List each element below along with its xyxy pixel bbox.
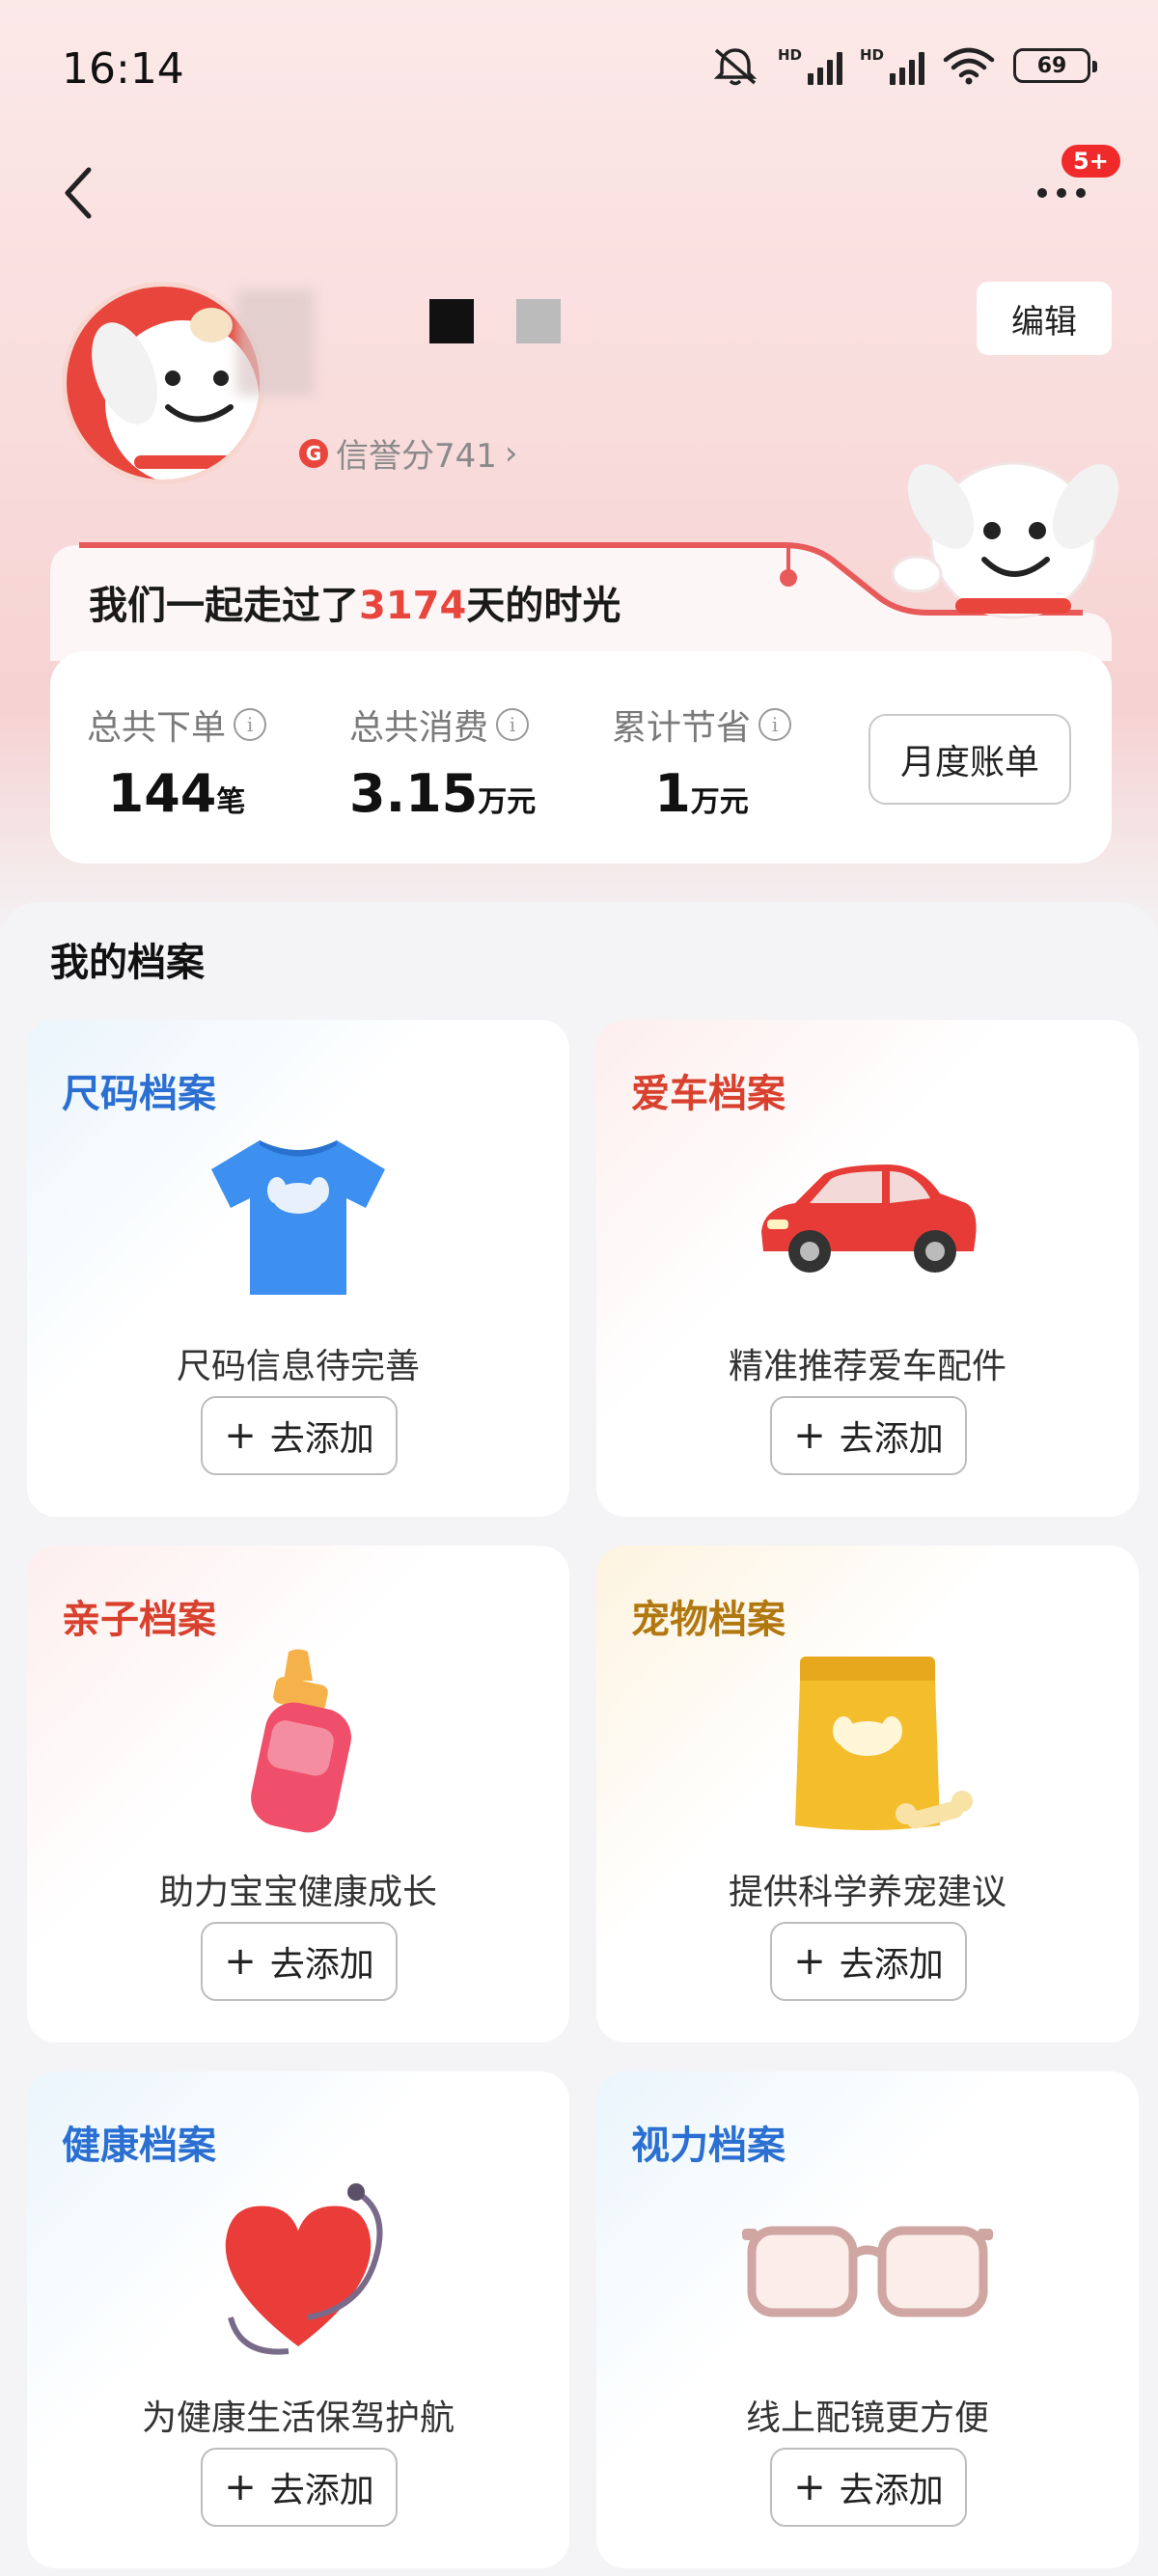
add-button[interactable]: + 去添加 [770, 1396, 967, 1475]
car-icon [761, 1165, 977, 1273]
card-title: 爱车档案 [631, 1072, 786, 1116]
chevron-right-icon: › [504, 433, 518, 473]
info-icon[interactable]: i [758, 708, 792, 741]
mute-bell-icon [713, 48, 758, 86]
plus-icon: + [793, 1939, 826, 1984]
add-button[interactable]: + 去添加 [201, 1922, 398, 2001]
stat-spending: 总共消费 i 3.15万元 [349, 708, 537, 824]
add-button[interactable]: + 去添加 [201, 1396, 398, 1475]
card-title: 宠物档案 [631, 1598, 786, 1642]
plus-icon: + [224, 1413, 257, 1458]
archive-card-car[interactable]: 爱车档案 精准推荐爱车配件 + 去添加 [596, 1020, 1139, 1517]
credit-icon: G [299, 438, 328, 468]
plus-icon: + [793, 2465, 826, 2509]
username-masked [236, 289, 738, 396]
baby-bottle-icon [251, 1649, 351, 1833]
card-title: 视力档案 [631, 2124, 786, 2168]
heart-stethoscope-icon [225, 2183, 383, 2355]
card-description: 为健康生活保驾护航 [141, 2398, 455, 2438]
archive-card-vision[interactable]: 视力档案 线上配镜更方便 + 去添加 [596, 2071, 1139, 2568]
card-description: 线上配镜更方便 [745, 2398, 989, 2438]
plus-icon: + [224, 1939, 257, 1984]
card-title: 亲子档案 [62, 1598, 216, 1642]
card-description: 助力宝宝健康成长 [158, 1873, 437, 1912]
avatar[interactable] [62, 282, 264, 484]
card-description: 提供科学养宠建议 [728, 1873, 1006, 1912]
tshirt-icon [211, 1140, 385, 1295]
archive-card-size[interactable]: 尺码档案 尺码信息待完善 + 去添加 [27, 1020, 569, 1517]
status-time: 16:14 [62, 44, 184, 94]
status-icons: HD HD 69 [710, 44, 1097, 87]
add-button[interactable]: + 去添加 [201, 2448, 398, 2527]
jd-dog-avatar-icon [92, 308, 260, 480]
glasses-icon [742, 2226, 993, 2317]
status-bar: 16:14 HD HD 69 [0, 0, 1158, 135]
stat-orders: 总共下单 i 144笔 [87, 699, 267, 824]
credit-score-label: 信誉分741 [336, 437, 497, 476]
battery-icon: 69 [1013, 48, 1097, 83]
back-button[interactable] [58, 159, 106, 227]
info-icon[interactable]: i [234, 708, 267, 741]
card-description: 精准推荐爱车配件 [728, 1347, 1006, 1386]
pet-food-bag-icon [795, 1657, 973, 1830]
signal-1-icon: HD [778, 46, 842, 85]
stats-card: 总共下单 i 144笔 总共消费 i 3.15万元 累计节省 i 1万元 月度账单 [50, 651, 1112, 863]
card-title: 健康档案 [62, 2124, 216, 2168]
archive-card-pet[interactable]: 宠物档案 提供科学养宠建议 + 去添加 [596, 1546, 1139, 2042]
card-title: 尺码档案 [62, 1072, 216, 1116]
plus-icon: + [793, 1413, 826, 1458]
info-icon[interactable]: i [496, 708, 530, 741]
days-count: 3174 [359, 584, 467, 628]
stat-savings: 累计节省 i 1万元 [612, 699, 792, 824]
notification-badge: 5+ [1062, 145, 1120, 178]
edit-button[interactable]: 编辑 [977, 282, 1112, 355]
signal-2-icon: HD [860, 46, 924, 85]
plus-icon: + [224, 2465, 257, 2509]
add-button[interactable]: + 去添加 [770, 2448, 967, 2527]
jd-dog-mascot-icon [891, 461, 1119, 619]
credit-score[interactable]: G 信誉分741 › [299, 429, 518, 477]
archive-card-parenting[interactable]: 亲子档案 助力宝宝健康成长 + 去添加 [27, 1546, 569, 2042]
monthly-bill-button[interactable]: 月度账单 [868, 714, 1071, 805]
add-button[interactable]: + 去添加 [770, 1922, 967, 2001]
my-archives-section: 我的档案 尺码档案 尺码信息待完善 + 去添加 爱车档案 精准推荐爱车配件 + … [0, 902, 1158, 2576]
days-together-text: 我们一起走过了3174天的时光 [89, 584, 621, 628]
wifi-icon [943, 47, 995, 85]
archive-card-health[interactable]: 健康档案 为健康生活保驾护航 + 去添加 [27, 2071, 569, 2568]
chevron-left-icon [65, 167, 92, 219]
section-title: 我的档案 [50, 941, 205, 985]
card-description: 尺码信息待完善 [176, 1347, 420, 1386]
